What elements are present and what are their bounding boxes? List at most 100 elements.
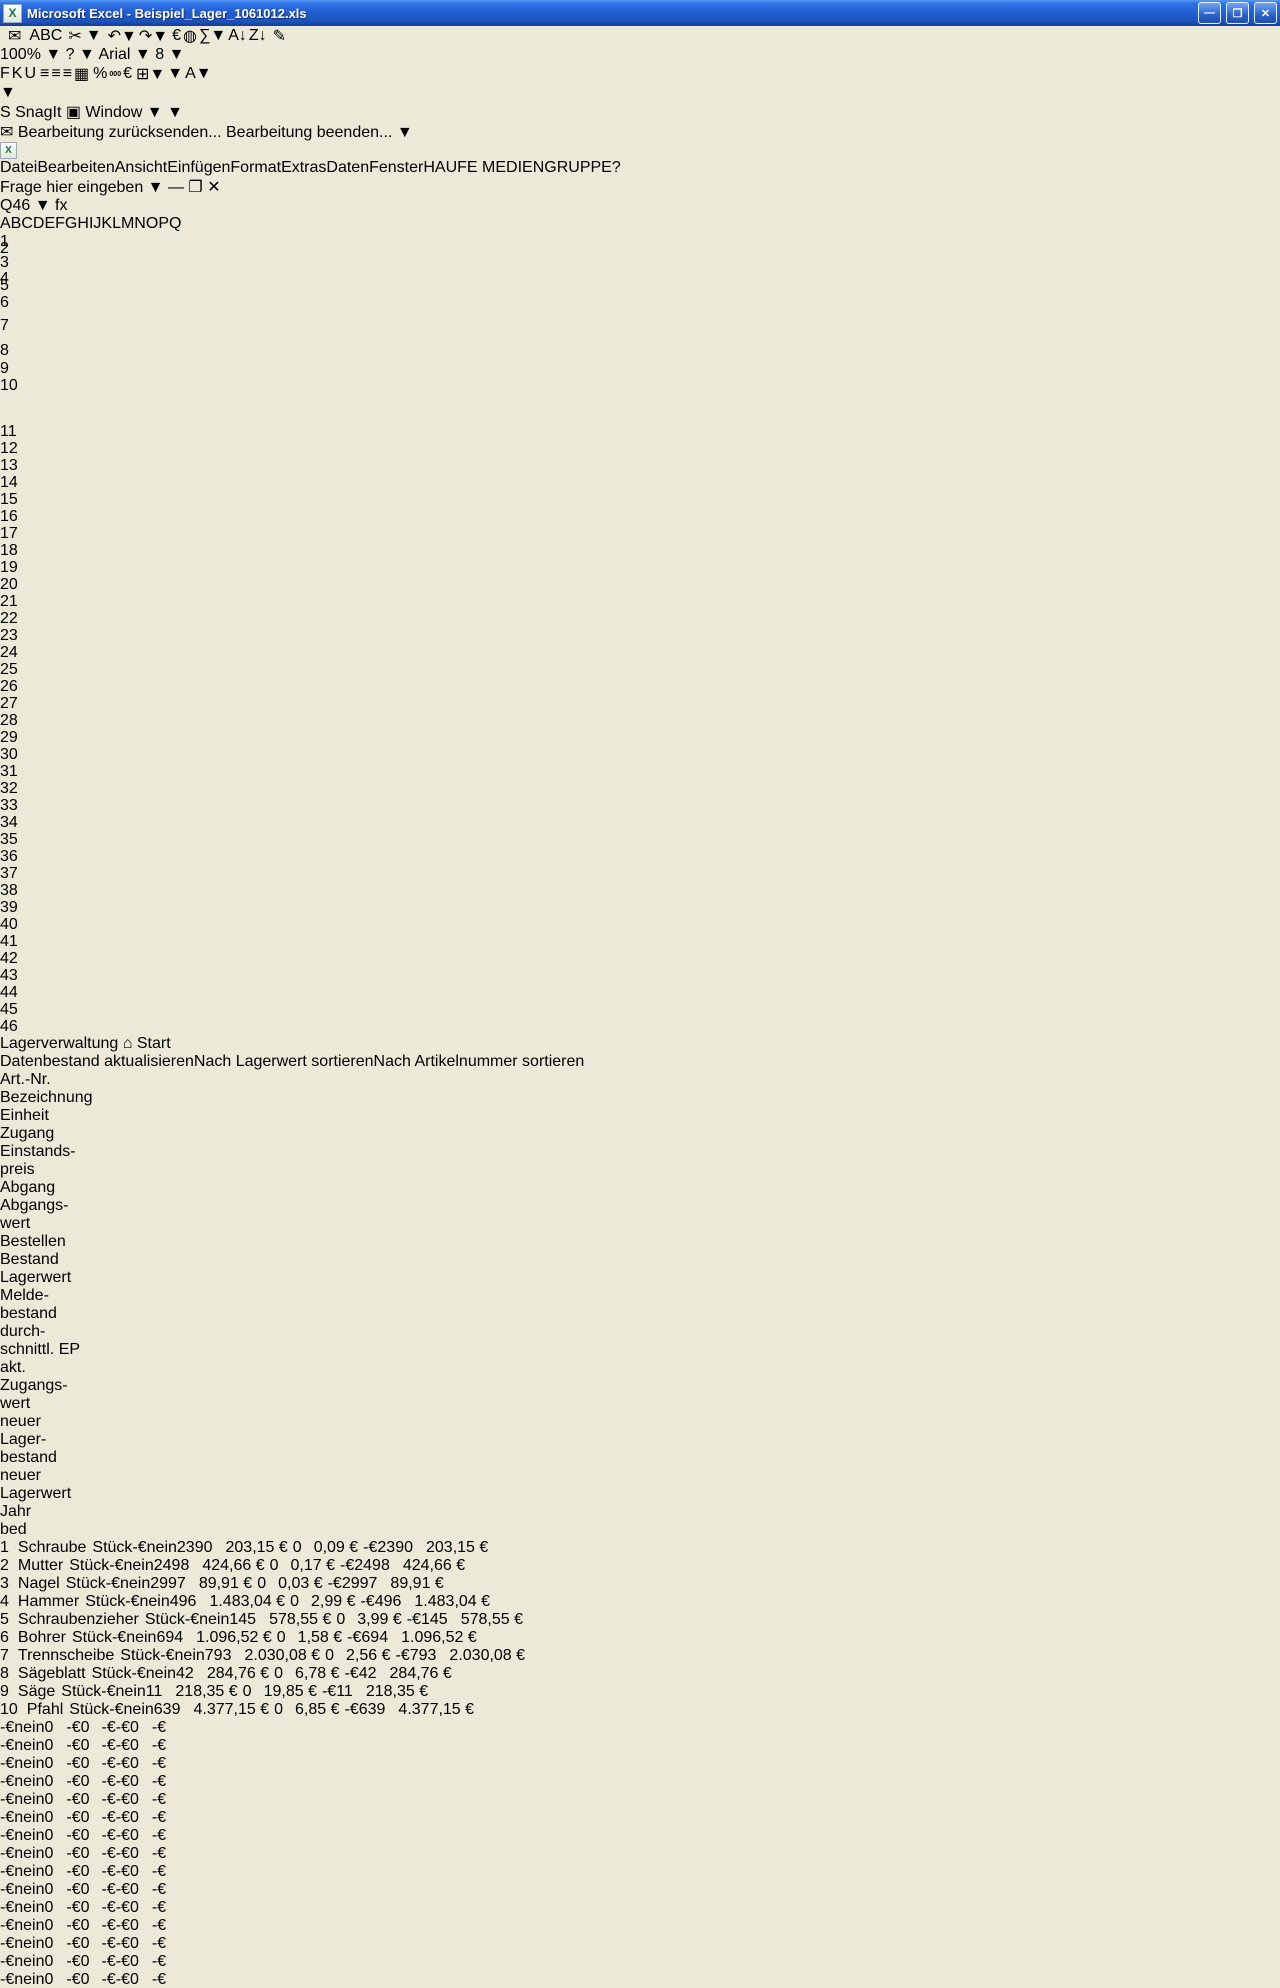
cell-H15[interactable]: -€	[185, 1611, 199, 1628]
euro-conversion-icon[interactable]: €	[172, 27, 181, 45]
table-header-B10[interactable]: Art.-Nr.	[0, 1071, 1280, 1089]
cell-D12[interactable]: Stück	[63, 1557, 109, 1574]
hyperlink-icon[interactable]: ◍	[183, 26, 197, 46]
cell-K21[interactable]: -€	[66, 1719, 80, 1736]
chevron-down-icon[interactable]: ▼	[196, 65, 212, 82]
cell-M23[interactable]: -€	[102, 1755, 116, 1772]
cell-M18[interactable]: 6,78 €	[295, 1665, 344, 1682]
cell-I11[interactable]: nein	[147, 1539, 177, 1556]
table-header-M10[interactable]: durch-schnittl. EP	[0, 1323, 1280, 1359]
underline-icon[interactable]: U	[24, 65, 36, 83]
cell-N23[interactable]: -€	[116, 1755, 130, 1772]
cell-P29[interactable]: -€	[152, 1863, 166, 1880]
cell-L11[interactable]: 0	[293, 1539, 314, 1556]
row-header-25[interactable]: 25	[0, 661, 1280, 678]
cell-K15[interactable]: 578,55 €	[269, 1611, 336, 1628]
row-header-41[interactable]: 41	[0, 933, 1280, 950]
row-header-38[interactable]: 38	[0, 882, 1280, 899]
cell-H26[interactable]: -€	[0, 1809, 14, 1826]
cell-M20[interactable]: 6,85 €	[295, 1701, 344, 1718]
align-center-icon[interactable]: ≡	[51, 65, 60, 83]
cell-L19[interactable]: 0	[243, 1683, 264, 1700]
cell-M27[interactable]: -€	[102, 1827, 116, 1844]
cell-C11[interactable]: Schraube	[14, 1539, 87, 1556]
row-header-44[interactable]: 44	[0, 984, 1280, 1001]
column-header-K[interactable]: K	[101, 215, 112, 232]
cell-H20[interactable]: -€	[109, 1701, 123, 1718]
cell-P12[interactable]: 424,66 €	[403, 1557, 470, 1574]
cell-O28[interactable]: 0	[130, 1845, 152, 1862]
cell-D19[interactable]: Stück	[55, 1683, 101, 1700]
cell-D18[interactable]: Stück	[86, 1665, 132, 1682]
column-header-C[interactable]: C	[21, 215, 33, 232]
cell-M13[interactable]: 0,03 €	[278, 1575, 327, 1592]
cell-J33[interactable]: 0	[44, 1935, 66, 1952]
row-header-34[interactable]: 34	[0, 814, 1280, 831]
table-header-Q10[interactable]: Jahrbed	[0, 1503, 1280, 1539]
cell-L13[interactable]: 0	[257, 1575, 278, 1592]
cell-K26[interactable]: -€	[66, 1809, 80, 1826]
cell-P20[interactable]: 4.377,15 €	[398, 1701, 479, 1718]
cell-N15[interactable]: -€	[407, 1611, 421, 1628]
cell-D14[interactable]: Stück	[79, 1593, 125, 1610]
column-header-L[interactable]: L	[112, 215, 121, 232]
cell-I20[interactable]: nein	[124, 1701, 154, 1718]
cell-J20[interactable]: 639	[154, 1701, 194, 1718]
cell-P11[interactable]: 203,15 €	[426, 1539, 493, 1556]
cell-M24[interactable]: -€	[102, 1773, 116, 1790]
merge-and-center-icon[interactable]: ▦	[74, 64, 89, 84]
cell-L20[interactable]: 0	[274, 1701, 295, 1718]
font-name-combo[interactable]: Arial ▼	[98, 46, 155, 63]
row-header-27[interactable]: 27	[0, 695, 1280, 712]
cell-P23[interactable]: -€	[152, 1755, 166, 1772]
help-icon[interactable]: ?	[66, 46, 75, 63]
cell-B14[interactable]: 4	[0, 1593, 14, 1610]
row-header-30[interactable]: 30	[0, 746, 1280, 763]
row-header-37[interactable]: 37	[0, 865, 1280, 882]
cell-K25[interactable]: -€	[66, 1791, 80, 1808]
cell-K11[interactable]: 203,15 €	[226, 1539, 293, 1556]
cell-H23[interactable]: -€	[0, 1755, 14, 1772]
doc-restore-button[interactable]: ❐	[188, 179, 202, 196]
row-header-9[interactable]: 9	[0, 360, 1280, 377]
cell-N13[interactable]: -€	[328, 1575, 342, 1592]
row-header-32[interactable]: 32	[0, 780, 1280, 797]
row-header-36[interactable]: 36	[0, 848, 1280, 865]
cell-C13[interactable]: Nagel	[14, 1575, 60, 1592]
cell-H11[interactable]: -€	[132, 1539, 146, 1556]
email-icon[interactable]: ✉	[8, 26, 21, 46]
cell-M34[interactable]: -€	[102, 1953, 116, 1970]
cell-P22[interactable]: -€	[152, 1737, 166, 1754]
row-header-4[interactable]: 4	[0, 270, 1280, 277]
table-header-J10[interactable]: Bestand	[0, 1251, 1280, 1269]
cell-K19[interactable]: 218,35 €	[175, 1683, 242, 1700]
cell-L33[interactable]: 0	[81, 1935, 102, 1952]
cell-O25[interactable]: 0	[130, 1791, 152, 1808]
chevron-down-icon[interactable]: ▼	[135, 46, 151, 63]
cell-N26[interactable]: -€	[116, 1809, 130, 1826]
cell-J27[interactable]: 0	[44, 1827, 66, 1844]
cell-J16[interactable]: 694	[156, 1629, 196, 1646]
cell-H31[interactable]: -€	[0, 1899, 14, 1916]
row-header-29[interactable]: 29	[0, 729, 1280, 746]
row-header-19[interactable]: 19	[0, 559, 1280, 576]
chevron-down-icon[interactable]: ▼	[45, 46, 61, 63]
cell-J13[interactable]: 2997	[150, 1575, 199, 1592]
cell-P14[interactable]: 1.483,04 €	[414, 1593, 495, 1610]
cell-M32[interactable]: -€	[102, 1917, 116, 1934]
row-header-20[interactable]: 20	[0, 576, 1280, 593]
cell-O35[interactable]: 0	[130, 1971, 152, 1988]
cell-K13[interactable]: 89,91 €	[199, 1575, 257, 1592]
menu-item-einf-gen[interactable]: Einfügen	[167, 159, 230, 177]
cell-N11[interactable]: -€	[363, 1539, 377, 1556]
chevron-down-icon[interactable]: ▼	[210, 27, 226, 44]
column-header-N[interactable]: N	[134, 215, 146, 232]
row-header-45[interactable]: 45	[0, 1001, 1280, 1018]
cell-O34[interactable]: 0	[130, 1953, 152, 1970]
row-header-28[interactable]: 28	[0, 712, 1280, 729]
cell-B20[interactable]: 10	[0, 1701, 23, 1718]
align-right-icon[interactable]: ≡	[63, 65, 72, 83]
cell-N21[interactable]: -€	[116, 1719, 130, 1736]
cell-H24[interactable]: -€	[0, 1773, 14, 1790]
cell-L12[interactable]: 0	[270, 1557, 291, 1574]
